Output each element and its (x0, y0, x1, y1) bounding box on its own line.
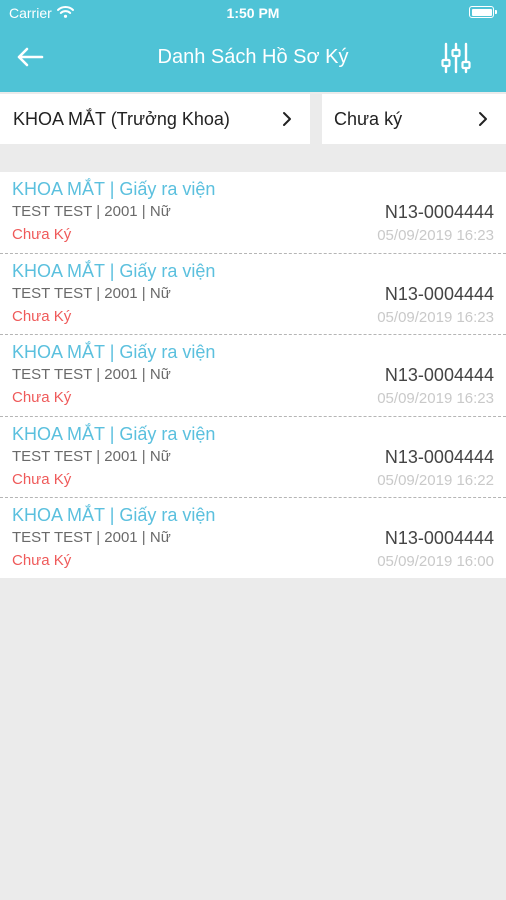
record-date: 05/09/2019 16:22 (377, 471, 494, 489)
record-date: 05/09/2019 16:23 (377, 390, 494, 407)
record-status: Chưa Ký (12, 389, 72, 406)
status-select[interactable]: Chưa ký (322, 94, 506, 144)
sliders-icon (439, 41, 473, 80)
record-status: Chưa Ký (12, 470, 72, 488)
record-list: KHOA MẮT | Giấy ra viện TEST TEST | 2001… (0, 172, 506, 578)
record-code: N13-0004444 (384, 283, 494, 304)
record-title: KHOA MẮT | Giấy ra viện (12, 342, 216, 362)
list-item[interactable]: KHOA MẮT | Giấy ra viện TEST TEST | 2001… (0, 417, 506, 498)
record-code: N13-0004444 (384, 202, 494, 222)
record-date: 05/09/2019 16:00 (377, 553, 494, 570)
record-code: N13-0004444 (384, 365, 494, 385)
record-code: N13-0004444 (384, 528, 494, 548)
record-patient: TEST TEST | 2001 | Nữ (12, 203, 171, 220)
filter-bar: KHOA MẮT (Trưởng Khoa) Chưa ký (0, 94, 506, 144)
header-bar: Carrier 1:50 PM Danh Sách Hồ Sơ Ký (0, 0, 506, 92)
department-select[interactable]: KHOA MẮT (Trưởng Khoa) (0, 94, 310, 144)
record-patient: TEST TEST | 2001 | Nữ (12, 366, 171, 383)
status-bar: Carrier 1:50 PM (0, 0, 506, 26)
record-date: 05/09/2019 16:23 (377, 227, 494, 244)
list-item[interactable]: KHOA MẮT | Giấy ra viện TEST TEST | 2001… (0, 172, 506, 254)
status-select-label: Chưa ký (334, 108, 403, 129)
record-code: N13-0004444 (384, 446, 494, 467)
status-time: 1:50 PM (226, 5, 280, 21)
record-title: KHOA MẮT | Giấy ra viện (12, 505, 216, 525)
record-status: Chưa Ký (12, 226, 72, 243)
record-patient: TEST TEST | 2001 | Nữ (12, 284, 171, 302)
record-date: 05/09/2019 16:23 (377, 308, 494, 326)
filter-button[interactable] (436, 40, 476, 80)
department-select-label: KHOA MẮT (Trưởng Khoa) (13, 108, 230, 129)
record-status: Chưa Ký (12, 307, 72, 325)
list-item[interactable]: KHOA MẮT | Giấy ra viện TEST TEST | 2001… (0, 335, 506, 417)
battery-icon (469, 6, 497, 18)
chevron-right-icon (478, 111, 488, 127)
record-patient: TEST TEST | 2001 | Nữ (12, 447, 171, 465)
record-title: KHOA MẮT | Giấy ra viện (12, 260, 216, 281)
list-item[interactable]: KHOA MẮT | Giấy ra viện TEST TEST | 2001… (0, 254, 506, 335)
record-status: Chưa Ký (12, 552, 72, 569)
chevron-right-icon (282, 111, 292, 127)
record-title: KHOA MẮT | Giấy ra viện (12, 423, 216, 444)
page-title: Danh Sách Hồ Sơ Ký (157, 46, 349, 68)
record-patient: TEST TEST | 2001 | Nữ (12, 529, 171, 546)
record-title: KHOA MẮT | Giấy ra viện (12, 179, 216, 199)
list-item[interactable]: KHOA MẮT | Giấy ra viện TEST TEST | 2001… (0, 498, 506, 578)
